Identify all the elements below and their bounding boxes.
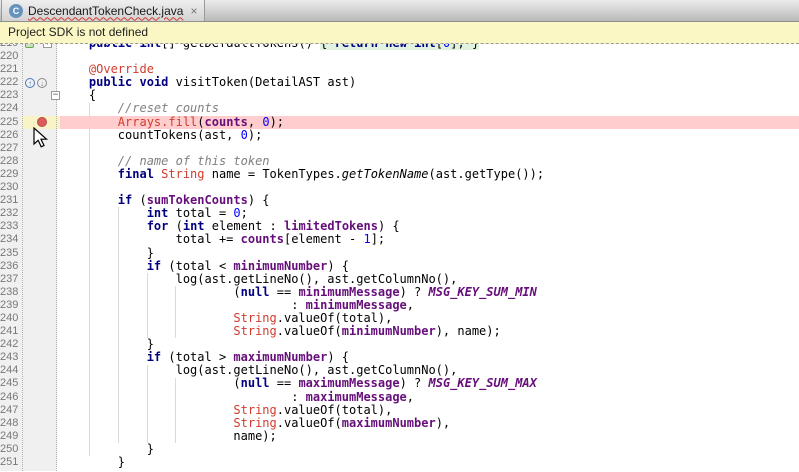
line-number[interactable]: 234 bbox=[0, 233, 22, 246]
gutter-icon-area[interactable] bbox=[22, 155, 51, 168]
ide-window: C DescendantTokenCheck.java × Project SD… bbox=[0, 0, 799, 472]
editor-content: 219 public int[] getDefaultTokens() { re… bbox=[0, 44, 799, 471]
code-text[interactable]: name); bbox=[60, 430, 799, 443]
line-number[interactable]: 221 bbox=[0, 63, 22, 76]
fold-plus-icon[interactable]: + bbox=[43, 44, 52, 48]
line-number[interactable]: 246 bbox=[0, 391, 22, 404]
line-number[interactable]: 226 bbox=[0, 129, 22, 142]
line-number[interactable]: 236 bbox=[0, 260, 22, 273]
line-number[interactable]: 224 bbox=[0, 102, 22, 115]
code-text[interactable]: } bbox=[60, 443, 799, 456]
gutter-icon-area[interactable] bbox=[22, 181, 51, 194]
gutter-separator bbox=[22, 44, 23, 471]
code-line[interactable]: 229 final String name = TokenTypes.getTo… bbox=[0, 168, 799, 181]
class-icon: C bbox=[9, 4, 23, 18]
line-number[interactable]: 233 bbox=[0, 220, 22, 233]
overridden-method-icon[interactable]: ↓ bbox=[37, 78, 47, 88]
gutter-icon-area[interactable] bbox=[22, 273, 51, 286]
code-line[interactable]: 222 public void visitToken(DetailAST ast… bbox=[0, 76, 799, 89]
gutter-icon-area[interactable] bbox=[22, 247, 51, 260]
gutter-icon-area[interactable] bbox=[22, 325, 51, 338]
gutter-icon-area[interactable] bbox=[22, 443, 51, 456]
line-number[interactable]: 231 bbox=[0, 194, 22, 207]
line-number[interactable]: 247 bbox=[0, 404, 22, 417]
line-number[interactable]: 245 bbox=[0, 377, 22, 390]
gutter-icon-area[interactable] bbox=[22, 338, 51, 351]
code-editor[interactable]: 219 public int[] getDefaultTokens() { re… bbox=[0, 44, 799, 472]
gutter-icon-area[interactable] bbox=[22, 233, 51, 246]
gutter-icon-area[interactable] bbox=[22, 364, 51, 377]
line-number[interactable]: 248 bbox=[0, 417, 22, 430]
code-text[interactable]: total += counts[element - 1]; bbox=[60, 233, 799, 246]
line-number[interactable]: 251 bbox=[0, 456, 22, 469]
code-text[interactable]: String.valueOf(minimumNumber), name); bbox=[60, 325, 799, 338]
code-text[interactable]: } bbox=[60, 456, 799, 469]
sdk-warning-banner: Project SDK is not defined bbox=[0, 22, 799, 44]
line-number[interactable]: 242 bbox=[0, 338, 22, 351]
gutter-icon-area[interactable] bbox=[22, 102, 51, 115]
tab-descendant-token-check[interactable]: C DescendantTokenCheck.java × bbox=[1, 0, 205, 21]
gutter-icon-area[interactable] bbox=[22, 312, 51, 325]
gutter-icon-area[interactable] bbox=[22, 207, 51, 220]
line-number[interactable]: 241 bbox=[0, 325, 22, 338]
tab-close-icon[interactable]: × bbox=[190, 5, 197, 17]
mouse-cursor bbox=[33, 127, 49, 149]
gutter-icon-area[interactable] bbox=[22, 430, 51, 443]
gutter-icon-area[interactable] bbox=[22, 286, 51, 299]
line-number[interactable]: 228 bbox=[0, 155, 22, 168]
gutter-icon-area[interactable] bbox=[22, 63, 51, 76]
gutter-icon-area[interactable] bbox=[22, 456, 51, 469]
gutter-icon-area[interactable] bbox=[22, 194, 51, 207]
line-number[interactable]: 227 bbox=[0, 142, 22, 155]
line-number[interactable]: 225 bbox=[0, 116, 22, 129]
code-text[interactable] bbox=[60, 50, 799, 63]
code-text[interactable]: countTokens(ast, 0); bbox=[60, 129, 799, 142]
line-number[interactable]: 230 bbox=[0, 181, 22, 194]
code-text[interactable]: public void visitToken(DetailAST ast) bbox=[60, 76, 799, 89]
fold-region-line bbox=[56, 44, 57, 471]
line-number[interactable]: 243 bbox=[0, 351, 22, 364]
gutter-icon-area[interactable] bbox=[22, 377, 51, 390]
override-method-icon[interactable]: ↑ bbox=[25, 78, 35, 88]
line-number[interactable]: 220 bbox=[0, 50, 22, 63]
tab-label: DescendantTokenCheck.java bbox=[28, 4, 183, 18]
line-number[interactable]: 244 bbox=[0, 364, 22, 377]
fold-minus-icon[interactable]: − bbox=[51, 91, 60, 100]
sdk-warning-text: Project SDK is not defined bbox=[0, 25, 148, 39]
gutter-icon-area[interactable] bbox=[22, 299, 51, 312]
editor-tab-bar: C DescendantTokenCheck.java × bbox=[0, 0, 799, 22]
line-number[interactable]: 229 bbox=[0, 168, 22, 181]
line-number[interactable]: 239 bbox=[0, 299, 22, 312]
line-number[interactable]: 237 bbox=[0, 273, 22, 286]
gutter-icon-area[interactable] bbox=[22, 260, 51, 273]
code-line[interactable]: 251 } bbox=[0, 456, 799, 469]
gutter-icon-area[interactable] bbox=[22, 220, 51, 233]
line-number[interactable]: 222 bbox=[0, 76, 22, 89]
gutter-icon-area[interactable] bbox=[22, 168, 51, 181]
gutter-icon-area[interactable] bbox=[22, 351, 51, 364]
gutter-icon-area[interactable] bbox=[22, 50, 51, 63]
code-text[interactable]: final String name = TokenTypes.getTokenN… bbox=[60, 168, 799, 181]
gutter-icon-area[interactable] bbox=[22, 89, 51, 102]
line-number[interactable]: 223 bbox=[0, 89, 22, 102]
line-number[interactable]: 240 bbox=[0, 312, 22, 325]
gutter-icon-area[interactable] bbox=[22, 391, 51, 404]
line-number[interactable]: 238 bbox=[0, 286, 22, 299]
gutter-icon-area[interactable] bbox=[22, 417, 51, 430]
line-number[interactable]: 249 bbox=[0, 430, 22, 443]
line-number[interactable]: 250 bbox=[0, 443, 22, 456]
line-number[interactable]: 235 bbox=[0, 247, 22, 260]
line-number[interactable]: 232 bbox=[0, 207, 22, 220]
code-line[interactable]: 226 countTokens(ast, 0); bbox=[0, 129, 799, 142]
gutter-method-icon[interactable] bbox=[25, 44, 34, 48]
gutter-icon-area[interactable] bbox=[22, 404, 51, 417]
